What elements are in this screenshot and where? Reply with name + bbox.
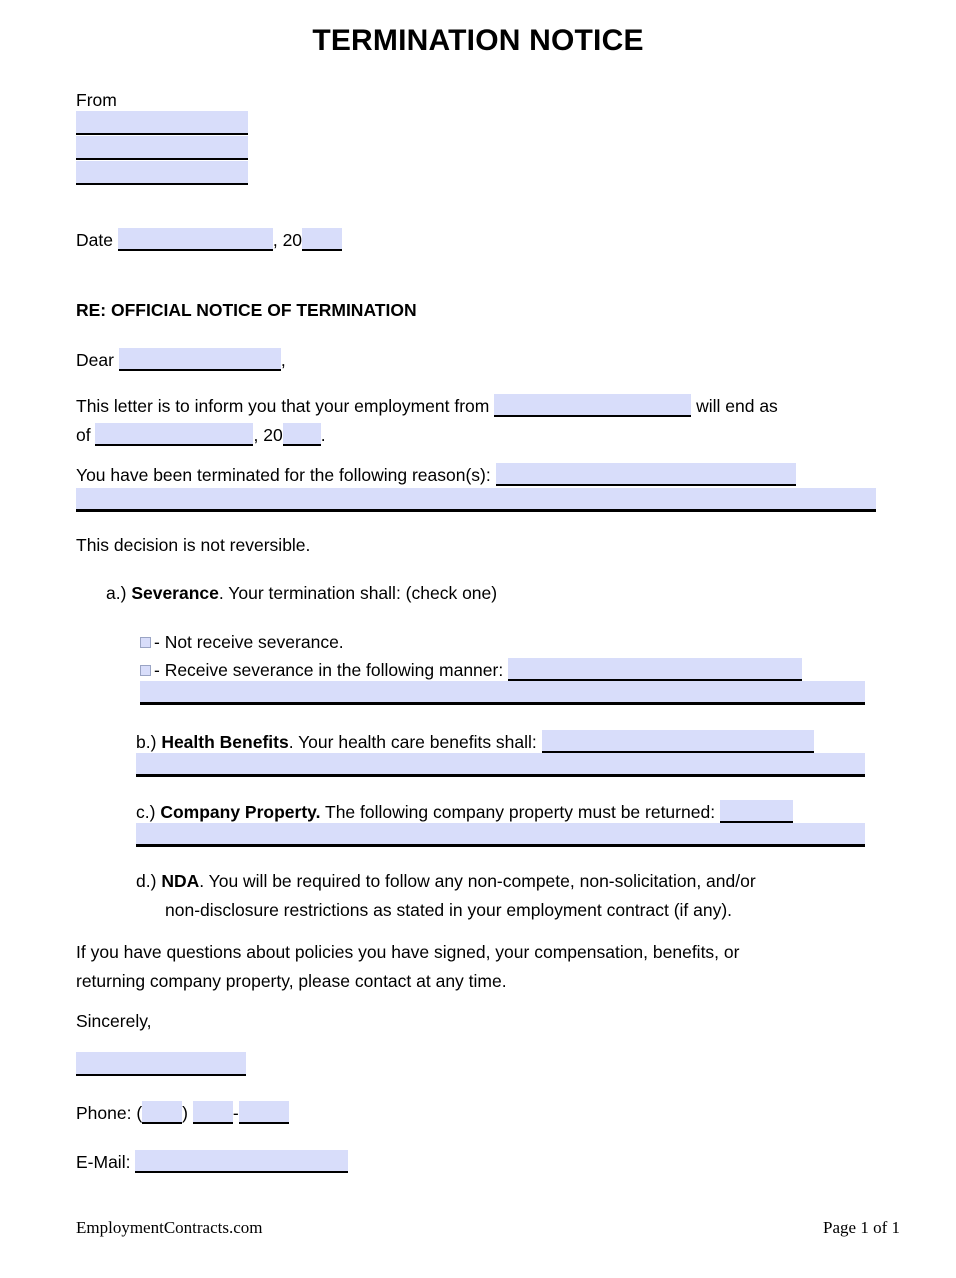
severance-option-1-label: - Not receive severance. xyxy=(154,632,344,652)
item-a-term: Severance xyxy=(131,583,219,603)
item-b-term: Health Benefits xyxy=(161,732,289,752)
severance-manner-field-line-2[interactable] xyxy=(140,681,865,705)
item-a-marker: a.) xyxy=(106,583,127,603)
end-year-field[interactable] xyxy=(282,423,321,446)
checkbox-icon[interactable] xyxy=(140,665,151,676)
sign-off-text: Sincerely, xyxy=(76,1011,152,1031)
phone-line-number-field[interactable] xyxy=(238,1101,289,1124)
termination-reason-label: You have been terminated for the followi… xyxy=(76,465,491,485)
item-c-marker: c.) xyxy=(136,802,156,822)
item-d-text-line-1: . You will be required to follow any non… xyxy=(199,871,756,891)
date-label: Date xyxy=(76,230,113,250)
item-a-severance: a.) Severance. Your termination shall: (… xyxy=(106,579,497,608)
health-benefits-field-line-1[interactable] xyxy=(541,730,814,753)
date-field[interactable] xyxy=(117,228,273,251)
recipient-name-field[interactable] xyxy=(118,348,281,371)
item-b-marker: b.) xyxy=(136,732,157,752)
item-d-nda: d.) NDA. You will be required to follow … xyxy=(136,867,876,896)
item-d-marker: d.) xyxy=(136,871,157,891)
phone-prefix-field[interactable] xyxy=(192,1101,233,1124)
phone-paren-close: ) xyxy=(182,1103,188,1123)
item-a-text: . Your termination shall: (check one) xyxy=(218,583,498,603)
severance-option-2-label: - Receive severance in the following man… xyxy=(154,660,504,680)
item-c-term: Company Property. xyxy=(160,802,321,822)
page-title: TERMINATION NOTICE xyxy=(312,24,644,57)
item-b-text: . Your health care benefits shall: xyxy=(288,732,537,752)
salutation-label: Dear xyxy=(76,350,114,370)
employer-name-field[interactable] xyxy=(494,394,692,417)
from-address-line-3-field[interactable] xyxy=(76,161,248,185)
date-year-field[interactable] xyxy=(302,228,343,251)
from-label: From xyxy=(76,90,117,110)
item-c-text: The following company property must be r… xyxy=(320,802,716,822)
termination-reason-row: You have been terminated for the followi… xyxy=(76,463,796,488)
date-row: Date , 20 xyxy=(76,228,343,253)
employment-end-paragraph: This letter is to inform you that your e… xyxy=(76,392,886,450)
decision-not-reversible-text: This decision is not reversible. xyxy=(76,535,311,555)
end-date-field[interactable] xyxy=(95,423,254,446)
termination-notice-document: TERMINATION NOTICE From Date , 20 RE: OF… xyxy=(0,0,956,1278)
closing-paragraph: If you have questions about policies you… xyxy=(76,938,896,996)
phone-label: Phone: ( xyxy=(76,1103,143,1123)
severance-manner-field-line-1[interactable] xyxy=(508,658,803,681)
closing-paragraph-line-2: returning company property, please conta… xyxy=(76,971,507,991)
phone-area-code-field[interactable] xyxy=(142,1101,183,1124)
from-address-line-1-field[interactable] xyxy=(76,111,248,135)
closing-paragraph-line-1: If you have questions about policies you… xyxy=(76,942,740,962)
employment-will-end-text: will end as xyxy=(696,396,778,416)
item-d-text-line-2-wrap: non-disclosure restrictions as stated in… xyxy=(165,896,905,925)
from-address-line-2-field[interactable] xyxy=(76,136,248,160)
company-property-field-line-1[interactable] xyxy=(719,800,793,823)
signature-name-field[interactable] xyxy=(76,1052,246,1076)
item-d-text-line-2: non-disclosure restrictions as stated in… xyxy=(165,900,733,920)
email-label: E-Mail: xyxy=(76,1152,131,1172)
item-d-term: NDA xyxy=(161,871,200,891)
salutation-row: Dear , xyxy=(76,348,286,373)
email-row: E-Mail: xyxy=(76,1150,349,1175)
footer-site-name: EmploymentContracts.com xyxy=(76,1218,263,1237)
subject-line: RE: OFFICIAL NOTICE OF TERMINATION xyxy=(76,300,417,320)
salutation-comma: , xyxy=(280,350,286,370)
company-property-field-line-2[interactable] xyxy=(136,823,865,847)
phone-row: Phone: () - xyxy=(76,1101,289,1126)
email-field[interactable] xyxy=(135,1150,349,1173)
end-period: . xyxy=(320,425,326,445)
termination-reason-field-line-2[interactable] xyxy=(76,488,876,512)
checkbox-icon[interactable] xyxy=(140,637,151,648)
termination-reason-field-line-1[interactable] xyxy=(495,463,796,486)
health-benefits-field-line-2[interactable] xyxy=(136,753,865,777)
severance-option-no-severance[interactable]: - Not receive severance. xyxy=(140,628,344,657)
employment-intro-text: This letter is to inform you that your e… xyxy=(76,396,490,416)
employment-of-text: of xyxy=(76,425,91,445)
end-year-prefix: , 20 xyxy=(253,425,283,445)
date-year-prefix: , 20 xyxy=(272,230,303,250)
footer-page-number: Page 1 of 1 xyxy=(823,1218,900,1237)
